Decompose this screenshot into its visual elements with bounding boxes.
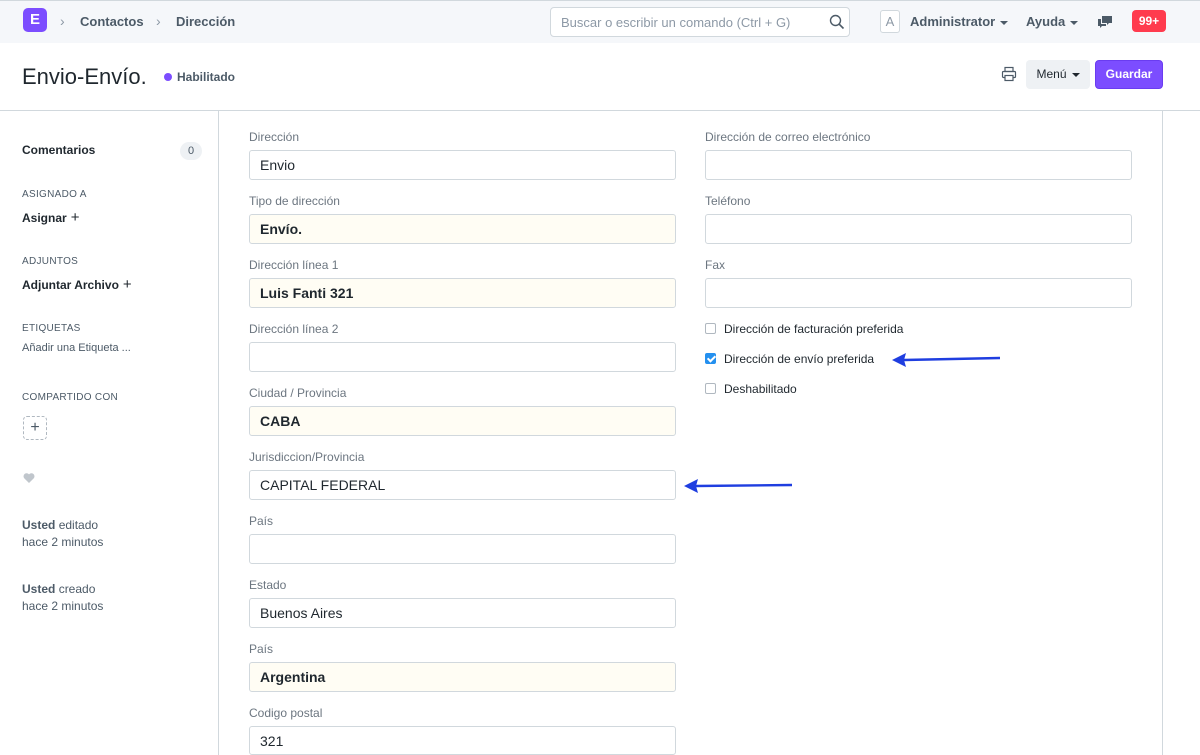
- estado-input[interactable]: Buenos Aires: [249, 598, 676, 628]
- checkbox[interactable]: [705, 383, 716, 394]
- field-label-tipo-direccion: Tipo de dirección: [249, 194, 340, 208]
- notifications-badge[interactable]: 99+: [1132, 10, 1166, 32]
- field-label-direccion: Dirección: [249, 130, 300, 144]
- activity-user[interactable]: Usted: [22, 518, 55, 532]
- caret-down-icon: [1000, 20, 1009, 25]
- activity-item: Usted editado hace 2 minutos: [22, 517, 103, 551]
- breadcrumb-contactos[interactable]: Contactos: [80, 14, 144, 29]
- checkbox-envio-preferida[interactable]: Dirección de envío preferida: [705, 352, 874, 366]
- sidebar: Comentarios 0 ASIGNADO A Asignar + ADJUNT…: [0, 111, 218, 755]
- printer-icon[interactable]: [1001, 66, 1017, 82]
- chat-icon[interactable]: [1096, 13, 1114, 31]
- caret-down-icon: [1070, 20, 1079, 25]
- app-logo[interactable]: E: [23, 8, 47, 32]
- assigned-heading: ASIGNADO A: [22, 189, 87, 200]
- attach-file-label: Adjuntar Archivo: [22, 278, 119, 292]
- help-menu[interactable]: Ayuda: [1026, 14, 1079, 29]
- comments-count: 0: [180, 142, 202, 160]
- search-input[interactable]: [551, 8, 811, 36]
- activity-time: hace 2 minutos: [22, 535, 104, 549]
- user-menu[interactable]: Administrator: [910, 14, 1009, 29]
- pais-input-2[interactable]: Argentina: [249, 662, 676, 692]
- avatar[interactable]: A: [880, 10, 900, 33]
- divider: [1162, 111, 1163, 755]
- menu-button[interactable]: Menú: [1026, 60, 1090, 89]
- fax-input[interactable]: [705, 278, 1132, 308]
- search-icon[interactable]: [829, 14, 845, 30]
- checkbox-checked[interactable]: [705, 353, 716, 364]
- shared-heading: COMPARTIDO CON: [22, 392, 119, 403]
- add-tag-link[interactable]: Añadir una Etiqueta ...: [22, 342, 131, 354]
- field-label-email: Dirección de correo electrónico: [705, 130, 871, 144]
- plus-icon: +: [122, 276, 132, 293]
- heart-icon[interactable]: [23, 472, 35, 484]
- activity-user[interactable]: Usted: [22, 582, 55, 596]
- page-title: Envio-Envío.: [22, 64, 147, 89]
- activity-item: Usted creado hace 2 minutos: [22, 581, 103, 615]
- checkbox-label: Deshabilitado: [724, 382, 797, 396]
- checkbox-deshabilitado[interactable]: Deshabilitado: [705, 382, 797, 396]
- field-label-direccion-linea-1: Dirección línea 1: [249, 258, 339, 272]
- breadcrumb-direccion[interactable]: Dirección: [176, 14, 235, 29]
- checkbox-facturacion-preferida[interactable]: Dirección de facturación preferida: [705, 322, 903, 336]
- save-button[interactable]: Guardar: [1095, 60, 1163, 89]
- pais-input-1[interactable]: [249, 534, 676, 564]
- search-bar[interactable]: [550, 7, 850, 37]
- add-share-button[interactable]: +: [23, 416, 47, 440]
- direccion-linea-2-input[interactable]: [249, 342, 676, 372]
- codigo-postal-input[interactable]: 321: [249, 726, 676, 755]
- chevron-right-icon: ›: [60, 13, 65, 29]
- comments-link[interactable]: Comentarios: [22, 143, 95, 157]
- status-label: Habilitado: [177, 70, 236, 84]
- jurisdiccion-input[interactable]: CAPITAL FEDERAL: [249, 470, 676, 500]
- field-label-pais-1: País: [249, 514, 274, 528]
- menu-button-label: Menú: [1036, 67, 1067, 81]
- direccion-linea-1-input[interactable]: Luis Fanti 321: [249, 278, 676, 308]
- activity-action: creado: [58, 582, 96, 596]
- attachments-heading: ADJUNTOS: [22, 256, 79, 267]
- annotation-arrow-icon: [892, 353, 1001, 367]
- navbar: E › Contactos › Dirección A Administrato…: [0, 0, 1200, 43]
- checkbox-label: Dirección de envío preferida: [724, 352, 875, 366]
- status-badge: Habilitado: [164, 70, 235, 84]
- divider: [218, 111, 219, 755]
- status-dot-icon: [164, 73, 172, 81]
- attach-file-button[interactable]: Adjuntar Archivo +: [22, 276, 132, 293]
- caret-down-icon: [1071, 72, 1080, 77]
- field-label-telefono: Teléfono: [705, 194, 751, 208]
- ciudad-input[interactable]: CABA: [249, 406, 676, 436]
- field-label-codigo-postal: Codigo postal: [249, 706, 323, 720]
- field-label-estado: Estado: [249, 578, 287, 592]
- tags-heading: ETIQUETAS: [22, 323, 81, 334]
- field-label-jurisdiccion: Jurisdiccion/Provincia: [249, 450, 365, 464]
- field-label-pais-2: País: [249, 642, 274, 656]
- activity-time: hace 2 minutos: [22, 599, 104, 613]
- tipo-direccion-input[interactable]: Envío.: [249, 214, 676, 244]
- chevron-right-icon: ›: [156, 13, 161, 29]
- annotation-arrow-icon: [684, 479, 793, 493]
- checkbox[interactable]: [705, 323, 716, 334]
- user-menu-label: Administrator: [910, 14, 996, 29]
- field-label-ciudad: Ciudad / Provincia: [249, 386, 347, 400]
- telefono-input[interactable]: [705, 214, 1132, 244]
- activity-action: editado: [58, 518, 99, 532]
- direccion-input[interactable]: Envio: [249, 150, 676, 180]
- field-label-fax: Fax: [705, 258, 726, 272]
- help-menu-label: Ayuda: [1026, 14, 1066, 29]
- assign-button[interactable]: Asignar +: [22, 209, 79, 226]
- email-input[interactable]: [705, 150, 1132, 180]
- checkbox-label: Dirección de facturación preferida: [724, 322, 904, 336]
- assign-label: Asignar: [22, 211, 67, 225]
- plus-icon: +: [70, 209, 80, 226]
- field-label-direccion-linea-2: Dirección línea 2: [249, 322, 339, 336]
